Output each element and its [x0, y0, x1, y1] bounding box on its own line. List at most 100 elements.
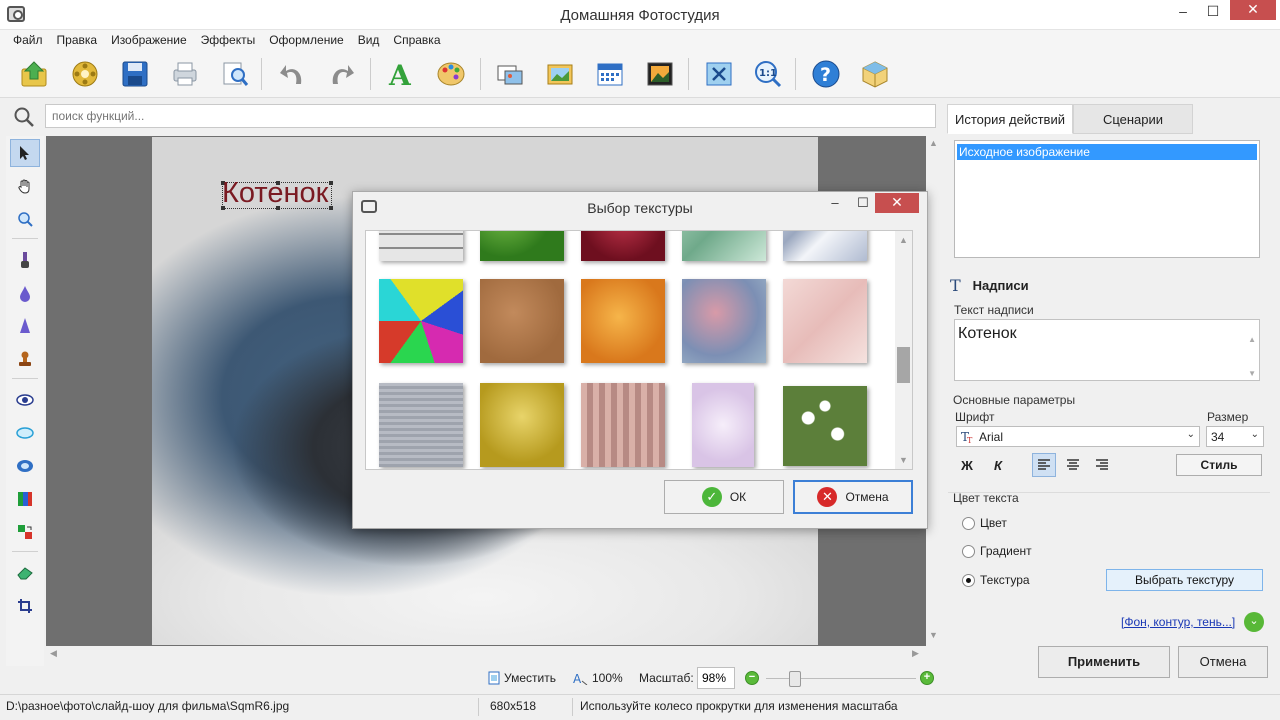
size-select[interactable]: 34 ⌄: [1206, 426, 1264, 447]
texture-brown-cork[interactable]: [480, 279, 564, 363]
align-left-button[interactable]: [1032, 453, 1056, 477]
texture-daisies[interactable]: [783, 386, 867, 466]
bold-button[interactable]: Ж: [955, 453, 979, 477]
canvas-vertical-scrollbar[interactable]: ▲ ▼: [926, 136, 940, 646]
texture-scroll-thumb[interactable]: [897, 347, 910, 383]
box-icon[interactable]: [858, 57, 892, 91]
zoom-out-button[interactable]: −: [745, 671, 759, 685]
close-button[interactable]: ✕: [1230, 0, 1276, 20]
film-icon[interactable]: [68, 57, 102, 91]
brush-tool-icon[interactable]: [10, 246, 40, 274]
zoom-tool-icon[interactable]: [10, 205, 40, 233]
minimize-button[interactable]: –: [1168, 0, 1198, 24]
redo-icon[interactable]: [325, 57, 359, 91]
caption-text-input[interactable]: Котенок ▲ ▼: [954, 319, 1260, 381]
eye-blue-tool-icon[interactable]: [10, 452, 40, 480]
texture-red-stone[interactable]: [581, 231, 665, 261]
texture-green-grass[interactable]: [480, 231, 564, 261]
texture-orange-crackle[interactable]: [581, 279, 665, 363]
dialog-ok-button[interactable]: ✓ ОК: [664, 480, 784, 514]
dialog-cancel-button[interactable]: ✕ Отмена: [793, 480, 913, 514]
menu-effects[interactable]: Эффекты: [194, 30, 263, 47]
collage-icon[interactable]: [643, 57, 677, 91]
scroll-down-icon[interactable]: ▼: [899, 455, 908, 465]
texture-blue-watercolor[interactable]: [682, 279, 766, 363]
hand-tool-icon[interactable]: [10, 172, 40, 200]
help-icon[interactable]: ?: [809, 57, 843, 91]
font-select[interactable]: TT Arial ⌄: [956, 426, 1200, 447]
zoom-actual-icon[interactable]: 1:1: [751, 57, 785, 91]
calendar-icon[interactable]: [593, 57, 627, 91]
scroll-up-icon[interactable]: ▲: [929, 138, 938, 148]
menu-file[interactable]: Файл: [0, 30, 50, 47]
search-input[interactable]: [45, 104, 936, 128]
color-tool-icon[interactable]: [10, 485, 40, 513]
radio-texture[interactable]: Текстура: [962, 573, 1030, 587]
texture-gray-metal[interactable]: [379, 383, 463, 467]
save-icon[interactable]: [118, 57, 152, 91]
radio-color[interactable]: Цвет: [962, 516, 1007, 530]
stamp-tool-icon[interactable]: [10, 345, 40, 373]
maximize-button[interactable]: ☐: [1198, 0, 1228, 24]
crop-tool-icon[interactable]: [10, 592, 40, 620]
select-tool-icon[interactable]: [10, 139, 40, 167]
menu-help[interactable]: Справка: [386, 30, 447, 47]
menu-view[interactable]: Вид: [351, 30, 387, 47]
sharpen-tool-icon[interactable]: [10, 312, 40, 340]
fit-icon[interactable]: [702, 57, 736, 91]
radio-gradient[interactable]: Градиент: [962, 544, 1032, 558]
style-button[interactable]: Стиль: [1176, 454, 1262, 476]
canvas-horizontal-scrollbar[interactable]: ◀ ▶: [46, 646, 926, 660]
history-item[interactable]: Исходное изображение: [957, 144, 1257, 160]
texture-stone-blocks[interactable]: [379, 231, 463, 261]
preview-icon[interactable]: [218, 57, 252, 91]
ellipse-tool-icon[interactable]: [10, 419, 40, 447]
extra-effects-link[interactable]: [Фон, контур, тень...]: [1121, 615, 1235, 629]
texture-blue-marble[interactable]: [783, 231, 867, 261]
undo-icon[interactable]: [275, 57, 309, 91]
italic-button[interactable]: К: [986, 453, 1010, 477]
cancel-button[interactable]: Отмена: [1178, 646, 1268, 678]
palette-icon[interactable]: [434, 57, 468, 91]
menu-image[interactable]: Изображение: [104, 30, 194, 47]
print-icon[interactable]: [168, 57, 202, 91]
image-icon[interactable]: [543, 57, 577, 91]
texture-pink-marble[interactable]: [783, 279, 867, 363]
align-right-button[interactable]: [1090, 453, 1114, 477]
open-icon[interactable]: [17, 57, 51, 91]
zoom-slider-thumb[interactable]: [789, 671, 801, 687]
fit-button[interactable]: Уместить: [488, 671, 556, 685]
zoom-in-button[interactable]: +: [920, 671, 934, 685]
texture-green-marble[interactable]: [682, 231, 766, 261]
texture-multicolor-mosaic[interactable]: [379, 279, 463, 363]
dialog-minimize-button[interactable]: –: [823, 194, 847, 214]
apply-button[interactable]: Применить: [1038, 646, 1170, 678]
expand-down-icon[interactable]: ⌄: [1244, 612, 1264, 632]
texture-grid[interactable]: ▲ ▼: [365, 230, 913, 470]
texture-pink-stripes[interactable]: [581, 383, 665, 467]
eye-tool-icon[interactable]: [10, 386, 40, 414]
dialog-maximize-button[interactable]: ☐: [851, 194, 875, 214]
tab-scenarios[interactable]: Сценарии: [1073, 104, 1193, 134]
pick-texture-button[interactable]: Выбрать текстуру: [1106, 569, 1263, 591]
menu-design[interactable]: Оформление: [262, 30, 350, 47]
caption-text[interactable]: Котенок: [222, 177, 328, 210]
scroll-down-icon[interactable]: ▼: [929, 630, 938, 640]
scroll-up-icon[interactable]: ▲: [899, 235, 908, 245]
align-center-button[interactable]: [1061, 453, 1085, 477]
dialog-close-button[interactable]: ✕: [875, 193, 919, 213]
texture-gold-foil[interactable]: [480, 383, 564, 467]
drop-tool-icon[interactable]: [10, 279, 40, 307]
replace-tool-icon[interactable]: [10, 518, 40, 546]
texture-scrollbar[interactable]: ▲ ▼: [895, 231, 912, 469]
eraser-tool-icon[interactable]: [10, 559, 40, 587]
tab-history[interactable]: История действий: [947, 104, 1073, 134]
text-icon[interactable]: A: [384, 57, 418, 91]
texture-lilac-tiles[interactable]: [692, 383, 754, 467]
scale-input[interactable]: [697, 667, 735, 689]
actual-size-button[interactable]: A 100%: [572, 671, 623, 685]
menu-edit[interactable]: Правка: [50, 30, 105, 47]
scroll-right-icon[interactable]: ▶: [912, 648, 919, 659]
scroll-left-icon[interactable]: ◀: [50, 648, 57, 659]
frames-icon[interactable]: [493, 57, 527, 91]
